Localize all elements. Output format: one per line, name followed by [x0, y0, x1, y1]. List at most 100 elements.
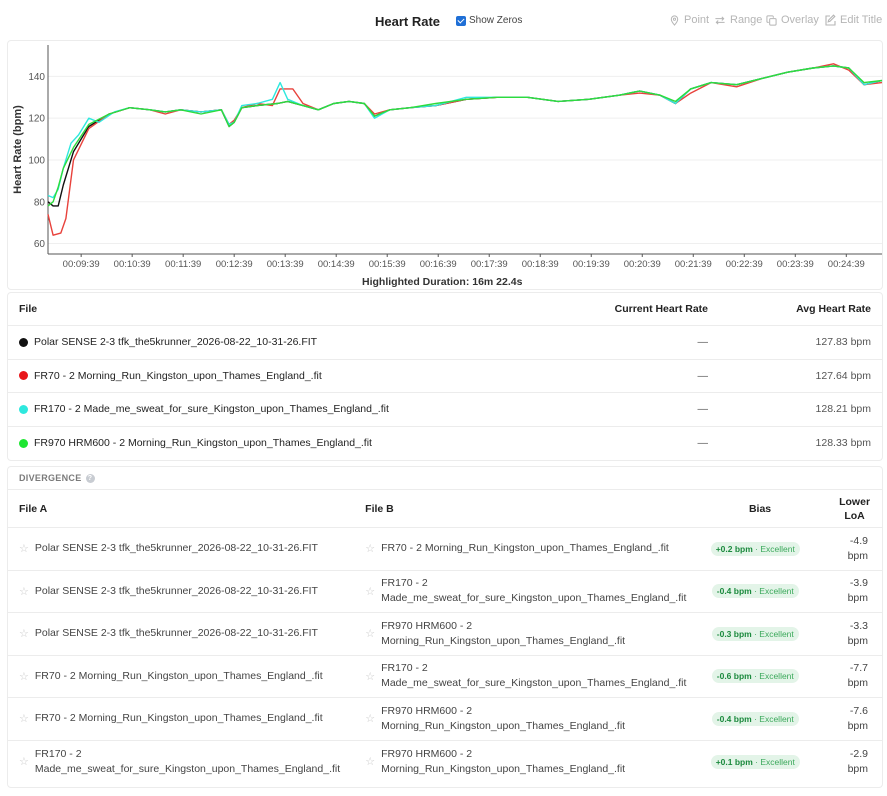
file-row[interactable]: FR970 HRM600 - 2 Morning_Run_Kingston_up… [8, 427, 882, 461]
lower-loa-cell: -3.9 bpm [809, 576, 882, 606]
files-table: File Current Heart Rate Avg Heart Rate P… [7, 292, 883, 461]
file-b-label: FR970 HRM600 - 2 Morning_Run_Kingston_upo… [381, 747, 625, 777]
lower-loa-header-line2: LoA [844, 509, 865, 522]
series-color-dot [19, 404, 28, 414]
bias-rating: · Excellent [754, 628, 794, 639]
x-tick-label: 00:09:39 [63, 259, 100, 270]
bias-badge: -0.4 bpm · Excellent [711, 711, 799, 726]
lower-loa-cell: -4.9 bpm [809, 534, 882, 564]
star-icon[interactable]: ☆ [19, 755, 29, 768]
star-icon[interactable]: ☆ [19, 627, 29, 640]
lower-loa-cell: -7.6 bpm [809, 704, 882, 734]
bias-badge: -0.4 bpm · Excellent [711, 584, 799, 599]
file-b-cell: ☆ FR970 HRM600 - 2 Morning_Run_Kingston_u… [354, 747, 701, 777]
file-column-header: File [19, 303, 38, 315]
file-a-name: FR70 - 2 Morning_Run_Kingston_upon_Thame… [34, 669, 323, 682]
lower-loa-unit: bpm [847, 762, 869, 775]
file-b-name-line2: Morning_Run_Kingston_upon_Thames_England… [381, 634, 626, 647]
file-b-name-line1: FR970 HRM600 - 2 [381, 747, 473, 760]
divergence-row: ☆ FR70 - 2 Morning_Run_Kingston_upon_Tha… [8, 656, 882, 698]
heart-rate-chart[interactable]: 60 80 100 120 140 00:09:39 00:10:39 00:11:39 00:… [0, 0, 887, 292]
file-b-cell: ☆ FR170 - 2 Made_me_sweat_for_sure_Kingst… [354, 576, 701, 606]
bias-value: -0.4 bpm [716, 586, 752, 597]
x-tick-label: 00:14:39 [318, 259, 355, 270]
file-b-column-header: File B [365, 502, 394, 515]
file-row[interactable]: Polar SENSE 2-3 tfk_the5krunner_2026-08-… [8, 326, 882, 360]
file-a-name: Polar SENSE 2-3 tfk_the5krunner_2026-08-… [34, 542, 318, 555]
x-tick-label: 00:23:39 [777, 259, 814, 270]
file-name: FR70 - 2 Morning_Run_Kingston_upon_Thame… [34, 369, 322, 382]
file-b-label: FR70 - 2 Morning_Run_Kingston_upon_Thame… [381, 541, 669, 556]
y-axis-label: Heart Rate (bpm) [12, 105, 24, 194]
file-b-name-line1: FR170 - 2 [381, 662, 428, 675]
series-color-dot [19, 337, 28, 347]
star-icon[interactable]: ☆ [19, 712, 29, 725]
star-icon[interactable]: ☆ [365, 755, 375, 768]
file-row[interactable]: FR170 - 2 Made_me_sweat_for_sure_Kingsto… [8, 393, 882, 427]
bias-rating: · Excellent [755, 543, 795, 554]
file-b-name: FR70 - 2 Morning_Run_Kingston_upon_Thame… [381, 542, 669, 555]
file-a-cell: ☆ Polar SENSE 2-3 tfk_the5krunner_2026-0… [8, 584, 354, 599]
star-icon[interactable]: ☆ [365, 627, 375, 640]
avg-hr-value: 127.83 bpm [815, 336, 871, 349]
divergence-title: DIVERGENCE ? [8, 467, 882, 490]
bias-badge: -0.6 bpm · Excellent [711, 669, 799, 684]
bias-badge: -0.3 bpm · Excellent [711, 626, 799, 641]
file-row[interactable]: FR70 - 2 Morning_Run_Kingston_upon_Thame… [8, 360, 882, 393]
y-tick-label: 120 [28, 114, 45, 125]
file-b-name-line1: FR970 HRM600 - 2 [381, 619, 473, 632]
star-icon[interactable]: ☆ [365, 585, 375, 598]
x-tick-label: 00:13:39 [267, 259, 304, 270]
star-icon[interactable]: ☆ [365, 542, 375, 555]
y-tick-label: 60 [34, 239, 46, 250]
files-table-header: File Current Heart Rate Avg Heart Rate [8, 293, 882, 326]
file-b-label: FR170 - 2 Made_me_sweat_for_sure_Kingston… [381, 661, 686, 691]
series-color-dot [19, 438, 28, 448]
bias-value: -0.4 bpm [716, 713, 752, 724]
lower-loa-cell: -3.3 bpm [809, 619, 882, 649]
file-a-column-header: File A [19, 502, 48, 515]
bias-rating: · Excellent [754, 671, 794, 682]
x-tick-label: 00:22:39 [726, 259, 763, 270]
bias-value: -0.3 bpm [716, 628, 752, 639]
help-icon[interactable]: ? [85, 473, 95, 483]
divergence-row: ☆ Polar SENSE 2-3 tfk_the5krunner_2026-0… [8, 528, 882, 571]
current-hr-value: — [697, 369, 709, 382]
star-icon[interactable]: ☆ [19, 670, 29, 683]
bias-cell: -0.4 bpm · Excellent [701, 711, 809, 726]
bias-value: -0.6 bpm [716, 671, 752, 682]
file-name: FR970 HRM600 - 2 Morning_Run_Kingston_up… [34, 437, 372, 450]
x-tick-label: 00:16:39 [420, 259, 457, 270]
file-a-cell: ☆ Polar SENSE 2-3 tfk_the5krunner_2026-0… [8, 626, 354, 641]
series-color-dot [19, 371, 28, 381]
x-tick-label: 00:17:39 [471, 259, 508, 270]
lower-loa-unit: bpm [847, 592, 869, 605]
file-a-cell: ☆ FR170 - 2 Made_me_sweat_for_sure_Kingst… [8, 747, 354, 777]
current-hr-value: — [697, 437, 709, 450]
bias-rating: · Excellent [754, 586, 794, 597]
file-b-name-line1: FR170 - 2 [381, 577, 428, 590]
file-b-label: FR170 - 2 Made_me_sweat_for_sure_Kingston… [381, 576, 686, 606]
bias-badge: +0.2 bpm · Excellent [710, 541, 800, 556]
file-a-label: FR70 - 2 Morning_Run_Kingston_upon_Thame… [35, 669, 323, 684]
star-icon[interactable]: ☆ [19, 542, 29, 555]
lower-loa-value: -3.3 [849, 619, 869, 632]
bias-cell: -0.4 bpm · Excellent [701, 584, 809, 599]
file-b-cell: ☆ FR70 - 2 Morning_Run_Kingston_upon_Tha… [354, 541, 701, 556]
lower-loa-unit: bpm [847, 719, 869, 732]
x-tick-label: 00:24:39 [828, 259, 865, 270]
file-cell: FR170 - 2 Made_me_sweat_for_sure_Kingsto… [8, 403, 582, 415]
lower-loa-value: -7.6 [849, 704, 869, 717]
star-icon[interactable]: ☆ [365, 712, 375, 725]
lower-loa-value: -2.9 [849, 747, 869, 760]
avg-hr-column-header: Avg Heart Rate [796, 303, 871, 315]
series-line [47, 65, 883, 207]
lower-loa-value: -4.9 [849, 534, 869, 547]
star-icon[interactable]: ☆ [19, 585, 29, 598]
bias-value: +0.2 bpm [715, 543, 753, 554]
star-icon[interactable]: ☆ [365, 670, 375, 683]
divergence-row: ☆ FR70 - 2 Morning_Run_Kingston_upon_Tha… [8, 698, 882, 741]
file-a-label: Polar SENSE 2-3 tfk_the5krunner_2026-08-… [35, 541, 318, 556]
lower-loa-unit: bpm [847, 634, 869, 647]
x-tick-label: 00:10:39 [114, 259, 151, 270]
